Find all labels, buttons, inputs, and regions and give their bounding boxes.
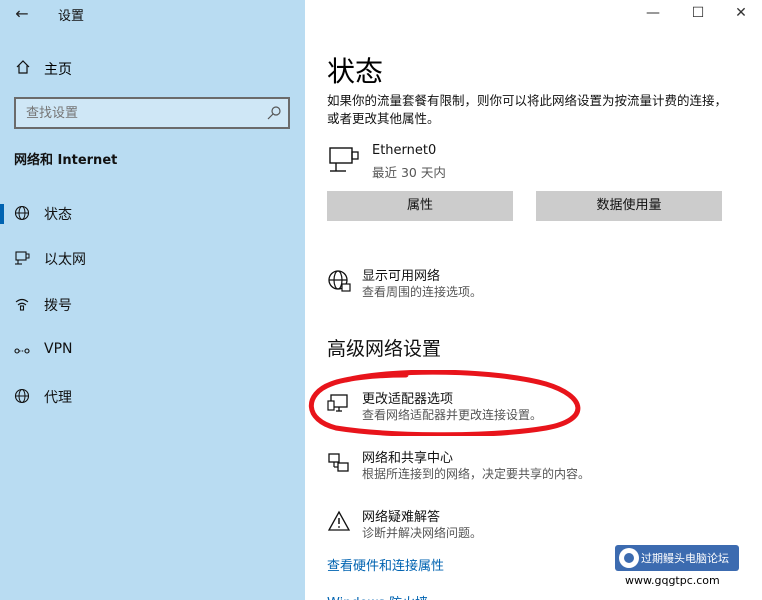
option-title: 网络和共享中心 [362, 451, 454, 466]
sidebar-item-label: VPN [44, 341, 73, 357]
sidebar: ← 设置 主页 网络和 Internet 状态 以太网 [0, 0, 305, 600]
app-title: 设置 [58, 9, 85, 24]
search-box[interactable] [14, 97, 290, 129]
sidebar-item-label: 以太网 [44, 252, 86, 268]
watermark-text: 过期鳗头电脑论坛 [641, 552, 729, 565]
sidebar-item-label: 状态 [44, 207, 72, 223]
globe-icon [328, 270, 351, 292]
forum-logo-icon [619, 548, 639, 568]
option-subtitle: 诊断并解决网络问题。 [362, 526, 483, 540]
watermark: 过期鳗头电脑论坛 www.gqgtpc.com [615, 545, 739, 591]
network-sharing-icon [328, 453, 349, 472]
sharing-center-option[interactable]: 网络和共享中心 根据所连接到的网络，决定要共享的内容。 [327, 447, 747, 487]
warning-icon [327, 510, 351, 531]
sidebar-item-status[interactable]: 状态 [0, 196, 305, 230]
search-input[interactable] [16, 99, 256, 127]
search-icon[interactable] [266, 105, 282, 121]
adapter-options-option[interactable]: 更改适配器选项 查看网络适配器并更改连接设置。 [327, 388, 747, 428]
back-button[interactable]: ← [8, 2, 36, 26]
option-title: 更改适配器选项 [362, 392, 454, 407]
connection-usage: 最近 30 天内 [372, 165, 446, 180]
main-content: — ☐ ✕ 状态 如果你的流量套餐有限制，则你可以将此网络设置为按流量计费的连接… [305, 0, 762, 600]
home-icon [16, 60, 30, 74]
minimize-button[interactable]: — [638, 3, 668, 23]
page-title: 状态 [327, 55, 384, 88]
firewall-link[interactable]: Windows 防火墙 [327, 592, 428, 600]
close-button[interactable]: ✕ [726, 3, 756, 23]
ethernet-icon [329, 147, 359, 172]
monitor-icon [327, 394, 348, 412]
watermark-banner: 过期鳗头电脑论坛 [615, 545, 739, 571]
option-subtitle: 查看周围的连接选项。 [362, 285, 483, 299]
sidebar-item-label: 代理 [44, 390, 72, 406]
hardware-properties-link[interactable]: 查看硬件和连接属性 [327, 555, 444, 574]
troubleshoot-option[interactable]: 网络疑难解答 诊断并解决网络问题。 [327, 506, 747, 546]
sidebar-section-title: 网络和 Internet [14, 153, 118, 168]
connection-name: Ethernet0 [372, 143, 437, 158]
status-description: 如果你的流量套餐有限制，则你可以将此网络设置为按流量计费的连接，或者更改其他属性… [327, 93, 728, 126]
maximize-button[interactable]: ☐ [683, 3, 713, 23]
advanced-settings-heading: 高级网络设置 [327, 338, 442, 360]
properties-button[interactable]: 属性 [327, 191, 513, 221]
vpn-icon [14, 348, 30, 354]
option-title: 显示可用网络 [362, 269, 441, 284]
globe-icon [14, 205, 30, 221]
sidebar-item-home[interactable]: 主页 [0, 54, 305, 82]
data-usage-button[interactable]: 数据使用量 [536, 191, 722, 221]
sidebar-item-vpn[interactable]: VPN [0, 333, 305, 367]
sidebar-item-label: 主页 [44, 62, 72, 78]
option-subtitle: 根据所连接到的网络，决定要共享的内容。 [362, 467, 591, 481]
sidebar-item-label: 拨号 [44, 298, 72, 314]
show-networks-option[interactable]: 显示可用网络 查看周围的连接选项。 [327, 265, 747, 305]
watermark-url: www.gqgtpc.com [625, 574, 720, 587]
sidebar-item-ethernet[interactable]: 以太网 [0, 241, 305, 275]
ethernet-icon [15, 251, 30, 265]
sidebar-item-dialup[interactable]: 拨号 [0, 287, 305, 321]
dialup-icon [15, 298, 29, 311]
sidebar-item-proxy[interactable]: 代理 [0, 379, 305, 413]
globe-icon [14, 388, 30, 404]
option-subtitle: 查看网络适配器并更改连接设置。 [362, 408, 543, 422]
option-title: 网络疑难解答 [362, 510, 441, 525]
